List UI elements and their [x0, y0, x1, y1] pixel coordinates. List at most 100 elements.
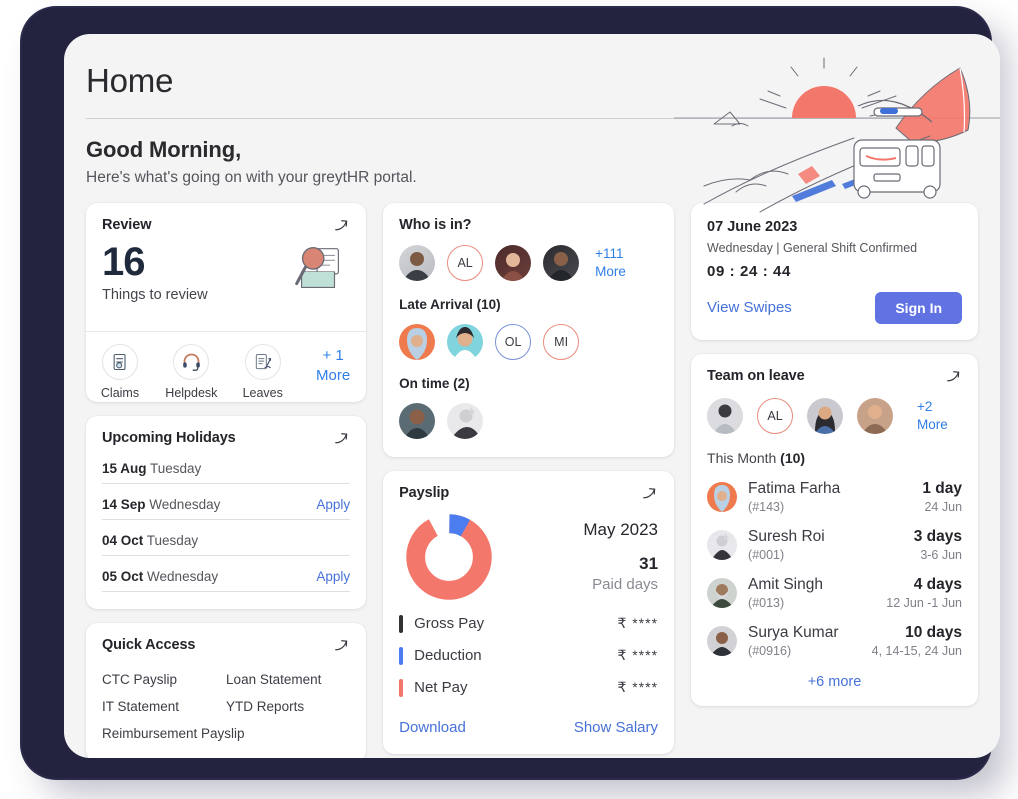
who-is-in-present-avatars: AL +111 More — [399, 244, 658, 281]
avatar-initials-al[interactable]: AL — [757, 397, 794, 434]
holiday-date-value: 14 Sep — [102, 496, 146, 512]
avatar-woman-dark-hair[interactable] — [495, 244, 532, 281]
payslip-label: Deduction — [414, 647, 482, 665]
arrow-up-right-icon[interactable] — [332, 430, 350, 448]
legend-swatch-gross-pay — [399, 614, 404, 633]
review-more-count: + 1 — [322, 346, 344, 364]
quick-access-item-it-statement[interactable]: IT Statement — [102, 693, 226, 720]
payslip-download-link[interactable]: Download — [399, 719, 466, 736]
holiday-day-value: Tuesday — [146, 532, 199, 548]
who-is-in-more-link[interactable]: +111 More — [595, 245, 626, 280]
team-leave-name: Amit Singh — [748, 576, 823, 594]
device-bezel: Home Good Morning, Here's what's going o… — [22, 8, 1000, 778]
view-swipes-link[interactable]: View Swipes — [707, 299, 792, 316]
team-leave-id: (#0916) — [748, 643, 792, 658]
team-leave-name: Fatima Farha — [748, 480, 841, 498]
avatar-initials-mi[interactable]: MI — [543, 323, 580, 360]
team-leave-name: Surya Kumar — [748, 624, 839, 642]
holiday-apply-link[interactable]: Apply — [316, 497, 350, 512]
avatar-man-raised-hand[interactable] — [447, 402, 484, 439]
team-on-leave-month: This Month (10) — [707, 450, 962, 466]
avatar-woman-teal-bg[interactable] — [447, 323, 484, 360]
quick-access-item-ytd-reports[interactable]: YTD Reports — [226, 693, 350, 720]
leaves-document-icon — [244, 343, 281, 380]
avatar-smiling-man-tan[interactable] — [857, 397, 894, 434]
team-on-leave-more-link[interactable]: +2 More — [917, 398, 962, 433]
avatar-man-dark-bg[interactable] — [543, 244, 580, 281]
team-leave-row[interactable]: Surya Kumar (#0916) 10 days 4, 14-15, 24… — [707, 624, 962, 658]
quick-access-item-ctc-payslip[interactable]: CTC Payslip — [102, 666, 226, 693]
payslip-value: ₹ **** — [617, 615, 659, 632]
holiday-date-value: 04 Oct — [102, 532, 144, 548]
holiday-day-value: Wednesday — [149, 496, 221, 512]
arrow-up-right-icon[interactable] — [944, 368, 962, 386]
review-action-claims[interactable]: Claims — [90, 343, 150, 400]
arrow-up-right-icon[interactable] — [332, 217, 350, 235]
app-screen: Home Good Morning, Here's what's going o… — [64, 34, 1000, 758]
attendance-clock: 09 : 24 : 44 — [707, 262, 791, 280]
arrow-up-right-icon[interactable] — [332, 637, 350, 655]
avatar-woman-long-hair[interactable] — [807, 397, 844, 434]
avatar-initials-al[interactable]: AL — [447, 244, 484, 281]
quick-access-card: Quick Access CTC Payslip Loan Statement … — [86, 622, 367, 758]
quick-access-item-reimbursement-payslip[interactable]: Reimbursement Payslip — [102, 720, 350, 747]
holiday-date: 15 Aug Tuesday — [102, 461, 282, 476]
avatar-person-grey-bg[interactable] — [707, 397, 744, 434]
dashboard-grid: Review 16 Things to review Claims Helpde… — [64, 187, 1000, 758]
payslip-value: ₹ **** — [617, 679, 659, 696]
holiday-date: 05 Oct Wednesday — [102, 569, 282, 584]
holiday-apply-link[interactable]: Apply — [316, 569, 350, 584]
payslip-card: Payslip May 2023 31 Paid days Gross Pay … — [383, 470, 675, 754]
holiday-day-value: Wednesday — [147, 568, 219, 584]
team-leave-row[interactable]: Amit Singh (#013) 4 days 12 Jun -1 Jun — [707, 576, 962, 610]
holiday-date-value: 15 Aug — [102, 460, 147, 476]
review-action-label: Helpdesk — [165, 385, 218, 400]
quick-access-item-loan-statement[interactable]: Loan Statement — [226, 666, 350, 693]
holiday-date-value: 05 Oct — [102, 568, 144, 584]
review-more-link[interactable]: + 1 More — [304, 346, 362, 387]
column-right: 07 June 2023 Wednesday | General Shift C… — [691, 202, 979, 758]
team-on-leave-month-label: This Month — [707, 449, 777, 466]
team-leave-range: 24 Jun — [924, 499, 963, 514]
attendance-shift-info: Wednesday | General Shift Confirmed — [707, 240, 918, 255]
who-is-in-title: Who is in? — [399, 216, 472, 233]
late-arrival-title: Late Arrival (10) — [399, 296, 501, 312]
review-action-leaves[interactable]: Leaves — [233, 343, 293, 400]
team-leave-days: 1 day — [922, 479, 963, 497]
holiday-row: 15 Aug Tuesday — [102, 448, 351, 484]
holidays-card-title: Upcoming Holidays — [102, 429, 236, 446]
review-more-label: More — [315, 367, 351, 385]
page-title: Home — [86, 62, 174, 99]
payslip-value: ₹ **** — [617, 647, 659, 664]
review-action-helpdesk[interactable]: Helpdesk — [161, 343, 221, 400]
payslip-row-deduction: Deduction ₹ **** — [399, 646, 659, 665]
who-is-in-more-label: More — [595, 263, 626, 279]
avatar-initials-ol[interactable]: OL — [495, 323, 532, 360]
payslip-show-salary-link[interactable]: Show Salary — [574, 719, 658, 736]
avatar-woman-hijab[interactable] — [399, 323, 436, 360]
legend-swatch-net-pay — [399, 678, 404, 697]
team-leave-row[interactable]: Suresh Roi (#001) 3 days 3-6 Jun — [707, 528, 962, 562]
payslip-label: Gross Pay — [414, 615, 485, 633]
avatar-bearded-man[interactable] — [399, 244, 436, 281]
payslip-paid-days: 31 — [639, 554, 659, 574]
avatar-man-suit — [707, 529, 738, 560]
column-left: Review 16 Things to review Claims Helpde… — [86, 202, 367, 758]
upcoming-holidays-card: Upcoming Holidays 15 Aug Tuesday 14 Sep … — [86, 415, 367, 609]
column-middle: Who is in? AL +111 More Late Arrival (10… — [383, 202, 675, 758]
team-leave-name: Suresh Roi — [748, 528, 825, 546]
team-leave-row[interactable]: Fatima Farha (#143) 1 day 24 Jun — [707, 480, 962, 514]
review-count: 16 — [102, 239, 145, 284]
payslip-card-title: Payslip — [399, 484, 450, 501]
sign-in-button[interactable]: Sign In — [875, 291, 963, 324]
attendance-card: 07 June 2023 Wednesday | General Shift C… — [691, 202, 979, 340]
quick-access-card-title: Quick Access — [102, 636, 196, 653]
team-leave-range: 4, 14-15, 24 Jun — [871, 643, 963, 658]
payslip-paid-days-label: Paid days — [592, 576, 659, 594]
arrow-up-right-icon[interactable] — [640, 485, 658, 503]
team-on-leave-month-count: (10) — [780, 449, 806, 466]
avatar-smiling-man[interactable] — [399, 402, 436, 439]
payslip-row-net-pay: Net Pay ₹ **** — [399, 678, 659, 697]
team-on-leave-show-more-link[interactable]: +6 more — [707, 674, 962, 690]
payslip-month: May 2023 — [583, 520, 659, 540]
